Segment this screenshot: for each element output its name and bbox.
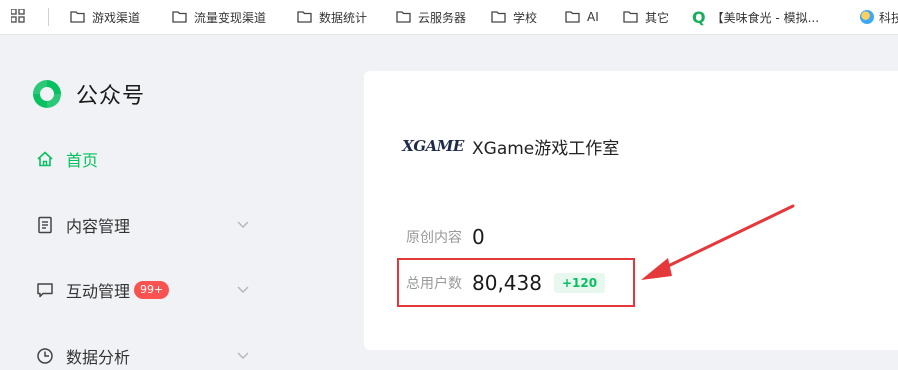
sidebar-item-home[interactable]: 首页	[36, 147, 98, 171]
bookmark-folder-cloud[interactable]: 云服务器	[396, 0, 466, 34]
account-avatar: XGAME	[402, 119, 464, 173]
sidebar: 公众号 首页 内容管理 互动管理 99+ 数据分析	[0, 35, 340, 370]
bookmark-folder-other[interactable]: 其它	[623, 0, 669, 34]
bookmark-folder-ai[interactable]: AI	[565, 0, 599, 34]
stat-label: 原创内容	[406, 230, 462, 246]
folder-icon	[623, 11, 638, 23]
q-site-icon: Q	[692, 7, 706, 27]
bookmark-label: 【美味食光 - 模拟...	[711, 10, 820, 25]
folder-icon	[396, 11, 411, 23]
account-overview-card: XGAME XGame游戏工作室 原创内容 0 总用户数 80,438 +120	[364, 71, 898, 350]
sidebar-item-label: 互动管理	[66, 282, 131, 301]
apps-grid-icon[interactable]	[11, 9, 25, 23]
sidebar-item-interaction[interactable]: 互动管理 99+	[36, 278, 249, 302]
stat-value: 0	[472, 225, 485, 249]
chevron-down-icon[interactable]	[236, 217, 250, 231]
folder-icon	[172, 11, 187, 23]
home-icon	[37, 151, 53, 167]
bookmark-label: 学校	[513, 10, 538, 25]
message-icon	[37, 283, 53, 298]
bookmark-label: 数据统计	[319, 10, 368, 25]
bookmark-label: 科技	[879, 10, 898, 25]
sidebar-item-label: 数据分析	[66, 348, 131, 367]
notification-badge: 99+	[134, 281, 170, 299]
bookmark-folder-games[interactable]: 游戏渠道	[70, 0, 140, 34]
folder-icon	[491, 11, 506, 23]
sidebar-item-content[interactable]: 内容管理	[36, 213, 249, 237]
folder-icon	[70, 11, 85, 23]
highlight-annotation-box	[397, 258, 635, 307]
bookmark-tech[interactable]: 科技	[860, 0, 898, 34]
chevron-down-icon[interactable]	[236, 348, 250, 362]
sidebar-brand[interactable]: 公众号	[30, 77, 145, 111]
bookmark-folder-traffic[interactable]: 流量变现渠道	[172, 0, 266, 34]
stat-original-content: 原创内容 0	[406, 225, 485, 249]
bookmark-meiwei[interactable]: Q 【美味食光 - 模拟...	[692, 0, 819, 34]
folder-icon	[297, 11, 312, 23]
bookmarks-bar: 游戏渠道 流量变现渠道 数据统计 云服务器 学校 AI 其它 Q 【美味食光 -…	[0, 0, 898, 35]
bookmark-folder-school[interactable]: 学校	[491, 0, 537, 34]
bookmark-label: 流量变现渠道	[194, 10, 267, 25]
sidebar-item-label: 内容管理	[66, 217, 131, 236]
sidebar-item-label: 首页	[66, 151, 99, 170]
bookmark-folder-stats[interactable]: 数据统计	[297, 0, 367, 34]
bookmark-label: 其它	[645, 10, 670, 25]
folder-icon	[565, 11, 580, 23]
globe-icon	[860, 10, 874, 24]
clock-chart-icon	[37, 348, 53, 364]
wechat-official-account-logo-icon	[33, 80, 61, 108]
chevron-down-icon[interactable]	[236, 282, 250, 296]
sidebar-item-analytics[interactable]: 数据分析	[36, 344, 249, 368]
bookmark-label: AI	[587, 10, 599, 24]
sidebar-title: 公众号	[76, 84, 146, 109]
bookmark-label: 云服务器	[418, 10, 467, 25]
bookmarks-separator	[48, 8, 49, 26]
account-name: XGame游戏工作室	[472, 138, 620, 159]
account-info[interactable]: XGAME XGame游戏工作室	[402, 119, 620, 173]
document-icon	[38, 216, 52, 234]
bookmark-label: 游戏渠道	[92, 10, 141, 25]
